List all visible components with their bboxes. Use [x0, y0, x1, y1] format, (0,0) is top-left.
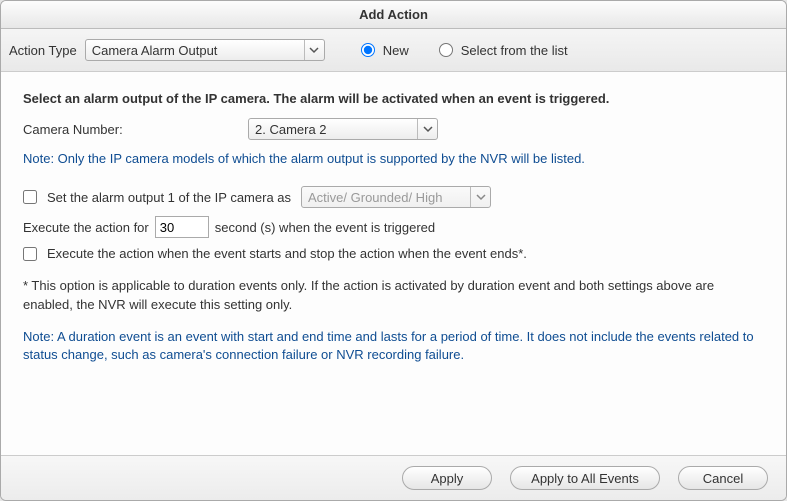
dialog-footer: Apply Apply to All Events Cancel	[1, 455, 786, 500]
options-block: Set the alarm output 1 of the IP camera …	[23, 186, 764, 261]
action-type-select[interactable]: Camera Alarm Output	[85, 39, 325, 61]
chevron-down-icon	[304, 40, 324, 60]
execute-on-event-checkbox[interactable]	[23, 247, 37, 261]
footnote-duration-only: * This option is applicable to duration …	[23, 277, 764, 313]
execute-duration-pre: Execute the action for	[23, 220, 149, 235]
alarm-output-state-select[interactable]: Active/ Grounded/ High	[301, 186, 491, 208]
note-duration-event: Note: A duration event is an event with …	[23, 328, 764, 364]
alarm-output-state-value: Active/ Grounded/ High	[308, 190, 442, 205]
set-alarm-output-label: Set the alarm output 1 of the IP camera …	[47, 190, 291, 205]
action-type-label: Action Type	[9, 43, 77, 58]
execute-duration-post: second (s) when the event is triggered	[215, 220, 435, 235]
camera-number-row: Camera Number: 2. Camera 2	[23, 118, 764, 140]
apply-button[interactable]: Apply	[402, 466, 492, 490]
execute-duration-row: Execute the action for second (s) when t…	[23, 216, 764, 238]
note-supported-models: Note: Only the IP camera models of which…	[23, 150, 764, 168]
radio-new-input[interactable]	[361, 43, 375, 57]
camera-number-select[interactable]: 2. Camera 2	[248, 118, 438, 140]
dialog-title: Add Action	[1, 1, 786, 29]
set-alarm-output-checkbox[interactable]	[23, 190, 37, 204]
action-type-bar: Action Type Camera Alarm Output New Sele…	[1, 29, 786, 72]
cancel-button[interactable]: Cancel	[678, 466, 768, 490]
dialog-content: Select an alarm output of the IP camera.…	[1, 72, 786, 455]
action-type-value: Camera Alarm Output	[92, 43, 218, 58]
radio-new[interactable]: New	[361, 43, 409, 58]
radio-select-from-list[interactable]: Select from the list	[439, 43, 568, 58]
apply-all-events-button[interactable]: Apply to All Events	[510, 466, 660, 490]
source-radio-group: New Select from the list	[361, 43, 570, 58]
content-heading: Select an alarm output of the IP camera.…	[23, 90, 764, 108]
execute-on-event-label: Execute the action when the event starts…	[47, 246, 527, 261]
radio-list-input[interactable]	[439, 43, 453, 57]
execute-duration-input[interactable]	[155, 216, 209, 238]
add-action-dialog: Add Action Action Type Camera Alarm Outp…	[0, 0, 787, 501]
radio-list-label: Select from the list	[461, 43, 568, 58]
chevron-down-icon	[417, 119, 437, 139]
execute-on-event-row: Execute the action when the event starts…	[23, 246, 764, 261]
set-alarm-output-row: Set the alarm output 1 of the IP camera …	[23, 186, 764, 208]
radio-new-label: New	[383, 43, 409, 58]
camera-number-value: 2. Camera 2	[255, 122, 327, 137]
camera-number-label: Camera Number:	[23, 122, 238, 137]
chevron-down-icon	[470, 187, 490, 207]
